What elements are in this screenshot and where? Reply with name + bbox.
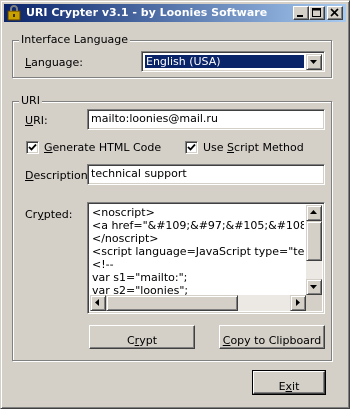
scroll-up-button[interactable]	[306, 205, 322, 221]
arrow-down-icon	[310, 285, 317, 289]
exit-button[interactable]: Exit	[252, 370, 326, 395]
uri-input[interactable]: mailto:loonies@mail.ru	[87, 109, 325, 130]
code-line: var s1="mailto:";	[92, 271, 188, 284]
scroll-down-button[interactable]	[306, 279, 322, 295]
scroll-right-button[interactable]	[290, 295, 306, 311]
copy-to-clipboard-button[interactable]: Copy to Clipboard	[219, 325, 325, 349]
description-input[interactable]: technical support	[87, 164, 325, 185]
title-bar[interactable]: URI Crypter v3.1 - by Loonies Software	[4, 4, 346, 22]
crypted-output-lines: <noscript> <a href="&#109;&#97;&#105;&#1…	[92, 206, 304, 295]
checkmark-icon	[28, 143, 37, 151]
app-window: URI Crypter v3.1 - by Loonies Software I…	[0, 0, 350, 409]
code-line: </noscript>	[92, 232, 159, 245]
scrollbar-corner	[306, 295, 322, 311]
minimize-button[interactable]	[293, 6, 309, 20]
code-line: <noscript>	[92, 206, 155, 219]
description-label: Description:	[25, 169, 92, 182]
app-icon[interactable]	[6, 5, 22, 21]
arrow-up-icon	[310, 210, 317, 214]
horizontal-scrollbar[interactable]	[90, 295, 306, 311]
chevron-down-icon	[310, 60, 317, 64]
horizontal-scroll-thumb[interactable]	[106, 295, 238, 311]
minimize-icon	[297, 15, 303, 17]
maximize-button[interactable]	[309, 6, 325, 20]
dropdown-arrow-button[interactable]	[306, 54, 322, 70]
scroll-left-button[interactable]	[90, 295, 106, 311]
crypt-button[interactable]: Crypt	[89, 325, 195, 349]
code-line: <a href="&#109;&#97;&#105;&#108;&#116;&#…	[92, 219, 304, 232]
vertical-scrollbar[interactable]	[306, 205, 322, 295]
maximize-icon	[312, 8, 321, 17]
window-title: URI Crypter v3.1 - by Loonies Software	[26, 6, 268, 19]
code-line: <!--	[92, 258, 114, 271]
crypted-label: Crypted:	[25, 208, 73, 221]
code-line: <script language=JavaScript type="text/j…	[92, 245, 304, 258]
copy-to-clipboard-button-label: Copy to Clipboard	[222, 334, 322, 347]
language-select[interactable]: English (USA)	[141, 51, 325, 72]
crypt-button-label: Crypt	[126, 334, 158, 347]
language-select-value: English (USA)	[145, 55, 304, 68]
close-icon	[330, 8, 339, 17]
use-script-method-label[interactable]: Use Script Method	[203, 141, 304, 154]
uri-group-label: URI	[19, 94, 42, 107]
code-line: var s2="loonies";	[92, 284, 189, 295]
use-script-method-checkbox[interactable]	[185, 141, 198, 154]
checkmark-icon	[187, 143, 196, 151]
uri-label: URI:	[25, 114, 48, 127]
arrow-right-icon	[296, 299, 300, 306]
close-button[interactable]	[327, 6, 343, 20]
vertical-scroll-thumb[interactable]	[306, 221, 322, 261]
interface-language-group-label: Interface Language	[19, 33, 131, 46]
arrow-left-icon	[95, 299, 99, 306]
language-label: Language:	[25, 56, 84, 69]
exit-button-label: Exit	[278, 380, 300, 393]
generate-html-label[interactable]: Generate HTML Code	[44, 141, 161, 154]
crypted-output-textarea[interactable]: <noscript> <a href="&#109;&#97;&#105;&#1…	[87, 202, 325, 314]
generate-html-checkbox[interactable]	[26, 141, 39, 154]
